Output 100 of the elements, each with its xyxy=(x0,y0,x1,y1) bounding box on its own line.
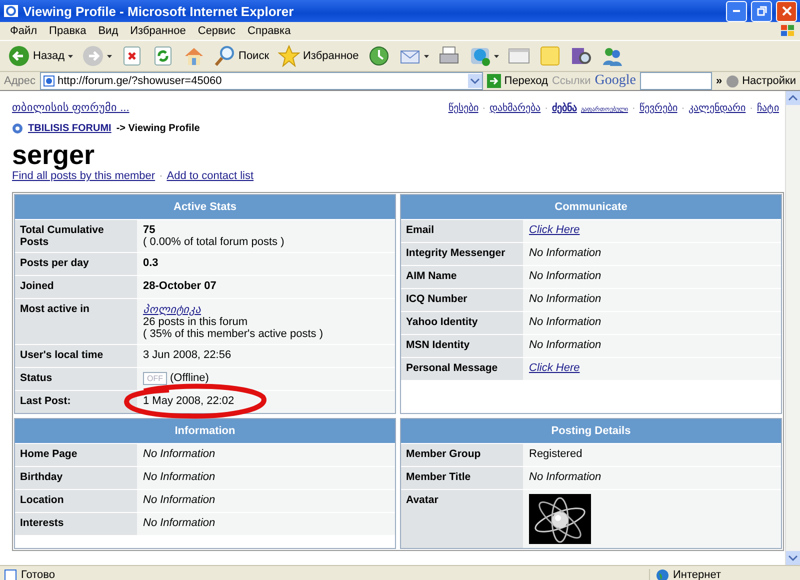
status-badge: OFF xyxy=(143,372,167,385)
stat-value: 1 May 2008, 22:02 xyxy=(143,395,236,407)
stat-value: No Information xyxy=(529,316,602,328)
stat-value: No Information xyxy=(529,293,602,305)
field-label: Personal Message xyxy=(401,358,523,380)
field-label: User's local time xyxy=(15,345,137,367)
breadcrumb-text: -> Viewing Profile xyxy=(116,123,200,134)
browser-icon xyxy=(3,3,19,19)
stat-value: 26 posts in this forum xyxy=(143,316,249,328)
stat-value: No Information xyxy=(529,247,602,259)
stat-value: 75 xyxy=(143,224,156,236)
toolbar-button[interactable]: Поиск xyxy=(212,45,272,67)
field-label: Home Page xyxy=(15,444,137,466)
value-link[interactable]: პოლიტიკა xyxy=(143,304,201,316)
window-title: Viewing Profile - Microsoft Internet Explorer xyxy=(23,4,295,18)
dropdown-icon[interactable] xyxy=(468,74,482,88)
menu-item[interactable]: Вид xyxy=(92,25,124,37)
stat-value: ( 35% of this member's active posts ) xyxy=(143,328,324,340)
field-label: Yahoo Identity xyxy=(401,312,523,334)
scroll-up-icon[interactable] xyxy=(786,91,800,105)
field-label: Avatar xyxy=(401,490,523,548)
book-icon xyxy=(570,45,592,67)
action-link[interactable]: Find all posts by this member xyxy=(12,170,156,182)
address-field[interactable]: http://forum.ge/?showuser=45060 xyxy=(40,72,484,90)
nav-link[interactable]: ჩატი xyxy=(757,102,779,114)
field-label: Most active in xyxy=(15,299,137,344)
settings-button[interactable]: Настройки xyxy=(726,74,796,88)
stat-value: 0.3 xyxy=(143,257,160,269)
search-field[interactable] xyxy=(640,72,712,90)
field-label: ICQ Number xyxy=(401,289,523,311)
panel-header: Communicate xyxy=(401,195,781,219)
caret-icon xyxy=(424,54,429,58)
stat-value: No Information xyxy=(529,270,602,282)
field-label: Status xyxy=(15,368,137,390)
value-link[interactable]: Click Here xyxy=(529,224,580,236)
star-icon xyxy=(278,45,300,67)
menu-item[interactable]: Справка xyxy=(242,25,297,37)
restore-button[interactable] xyxy=(751,0,772,22)
toolbar-button[interactable]: Назад xyxy=(6,45,75,67)
stop-icon xyxy=(120,45,143,67)
field-label: Integrity Messenger xyxy=(401,243,523,265)
separator-dot: · xyxy=(159,170,163,182)
nav-link[interactable]: წესები xyxy=(448,102,478,114)
stat-value: No Information xyxy=(143,471,216,483)
page-icon xyxy=(4,568,17,580)
status-text: Готово xyxy=(21,569,56,580)
field-label: Total Cumulative Posts xyxy=(15,220,137,252)
advanced-search-link[interactable]: გაფართოებული xyxy=(580,107,628,113)
nav-link[interactable]: დახმარება xyxy=(490,102,541,114)
caret-icon xyxy=(68,54,73,58)
note-icon xyxy=(538,45,561,67)
more-button[interactable]: » xyxy=(716,75,722,87)
field-label: Birthday xyxy=(15,467,137,489)
username-heading: serger xyxy=(12,140,96,170)
stat-value: 28-October 07 xyxy=(143,280,218,292)
action-link[interactable]: Add to contact list xyxy=(166,170,254,182)
menu-item[interactable]: Избранное xyxy=(124,25,192,37)
scroll-down-icon[interactable] xyxy=(786,551,800,565)
status-text: (Offline) xyxy=(170,372,209,384)
menu-item[interactable]: Правка xyxy=(43,25,92,37)
stat-value: ( 0.00% of total forum posts ) xyxy=(143,236,286,248)
stat-value: 3 Jun 2008, 22:56 xyxy=(143,349,232,361)
address-url: http://forum.ge/?showuser=45060 xyxy=(58,75,222,87)
clock-icon xyxy=(368,45,390,67)
value-link[interactable]: Click Here xyxy=(529,362,580,374)
windows-logo-icon xyxy=(780,24,796,38)
field-label: Location xyxy=(15,490,137,512)
stat-value: No Information xyxy=(143,494,216,506)
stat-value: No Information xyxy=(529,339,602,351)
separator-dot: · xyxy=(750,103,753,114)
go-arrow-icon xyxy=(487,74,502,88)
address-label: Адрес xyxy=(4,75,36,87)
minimize-button[interactable] xyxy=(726,0,747,22)
zone-text: Интернет xyxy=(673,569,721,580)
forum-link[interactable]: თბილისის ფორუმი ... xyxy=(12,101,130,114)
menu-item[interactable]: Файл xyxy=(4,25,44,37)
bullet-icon xyxy=(12,123,23,134)
menu-item[interactable]: Сервис xyxy=(192,25,242,37)
nav-link[interactable]: წევრები xyxy=(639,102,678,114)
separator-dot: · xyxy=(482,103,486,114)
field-label: Posts per day xyxy=(15,253,137,275)
scrollbar[interactable] xyxy=(785,91,800,565)
field-label: Interests xyxy=(15,513,137,535)
stat-value: No Information xyxy=(143,448,216,460)
stat-value: No Information xyxy=(529,471,602,483)
nav-link[interactable]: კალენდარი xyxy=(688,102,746,114)
toolbar-button[interactable]: Избранное xyxy=(276,45,361,67)
stat-value: Registered xyxy=(529,448,584,460)
skype-icon xyxy=(468,45,491,67)
people-icon xyxy=(600,45,623,67)
panel-header: Active Stats xyxy=(15,195,395,219)
minimize-icon xyxy=(733,10,740,12)
breadcrumb-link[interactable]: TBILISIS FORUMI xyxy=(28,123,112,134)
go-button[interactable]: Переход xyxy=(487,74,548,88)
close-button[interactable] xyxy=(776,0,797,22)
close-icon xyxy=(782,6,792,16)
field-label: MSN Identity xyxy=(401,335,523,357)
search-icon xyxy=(214,45,236,67)
separator-dot: · xyxy=(544,103,548,114)
nav-link[interactable]: ძებნა xyxy=(552,102,577,114)
